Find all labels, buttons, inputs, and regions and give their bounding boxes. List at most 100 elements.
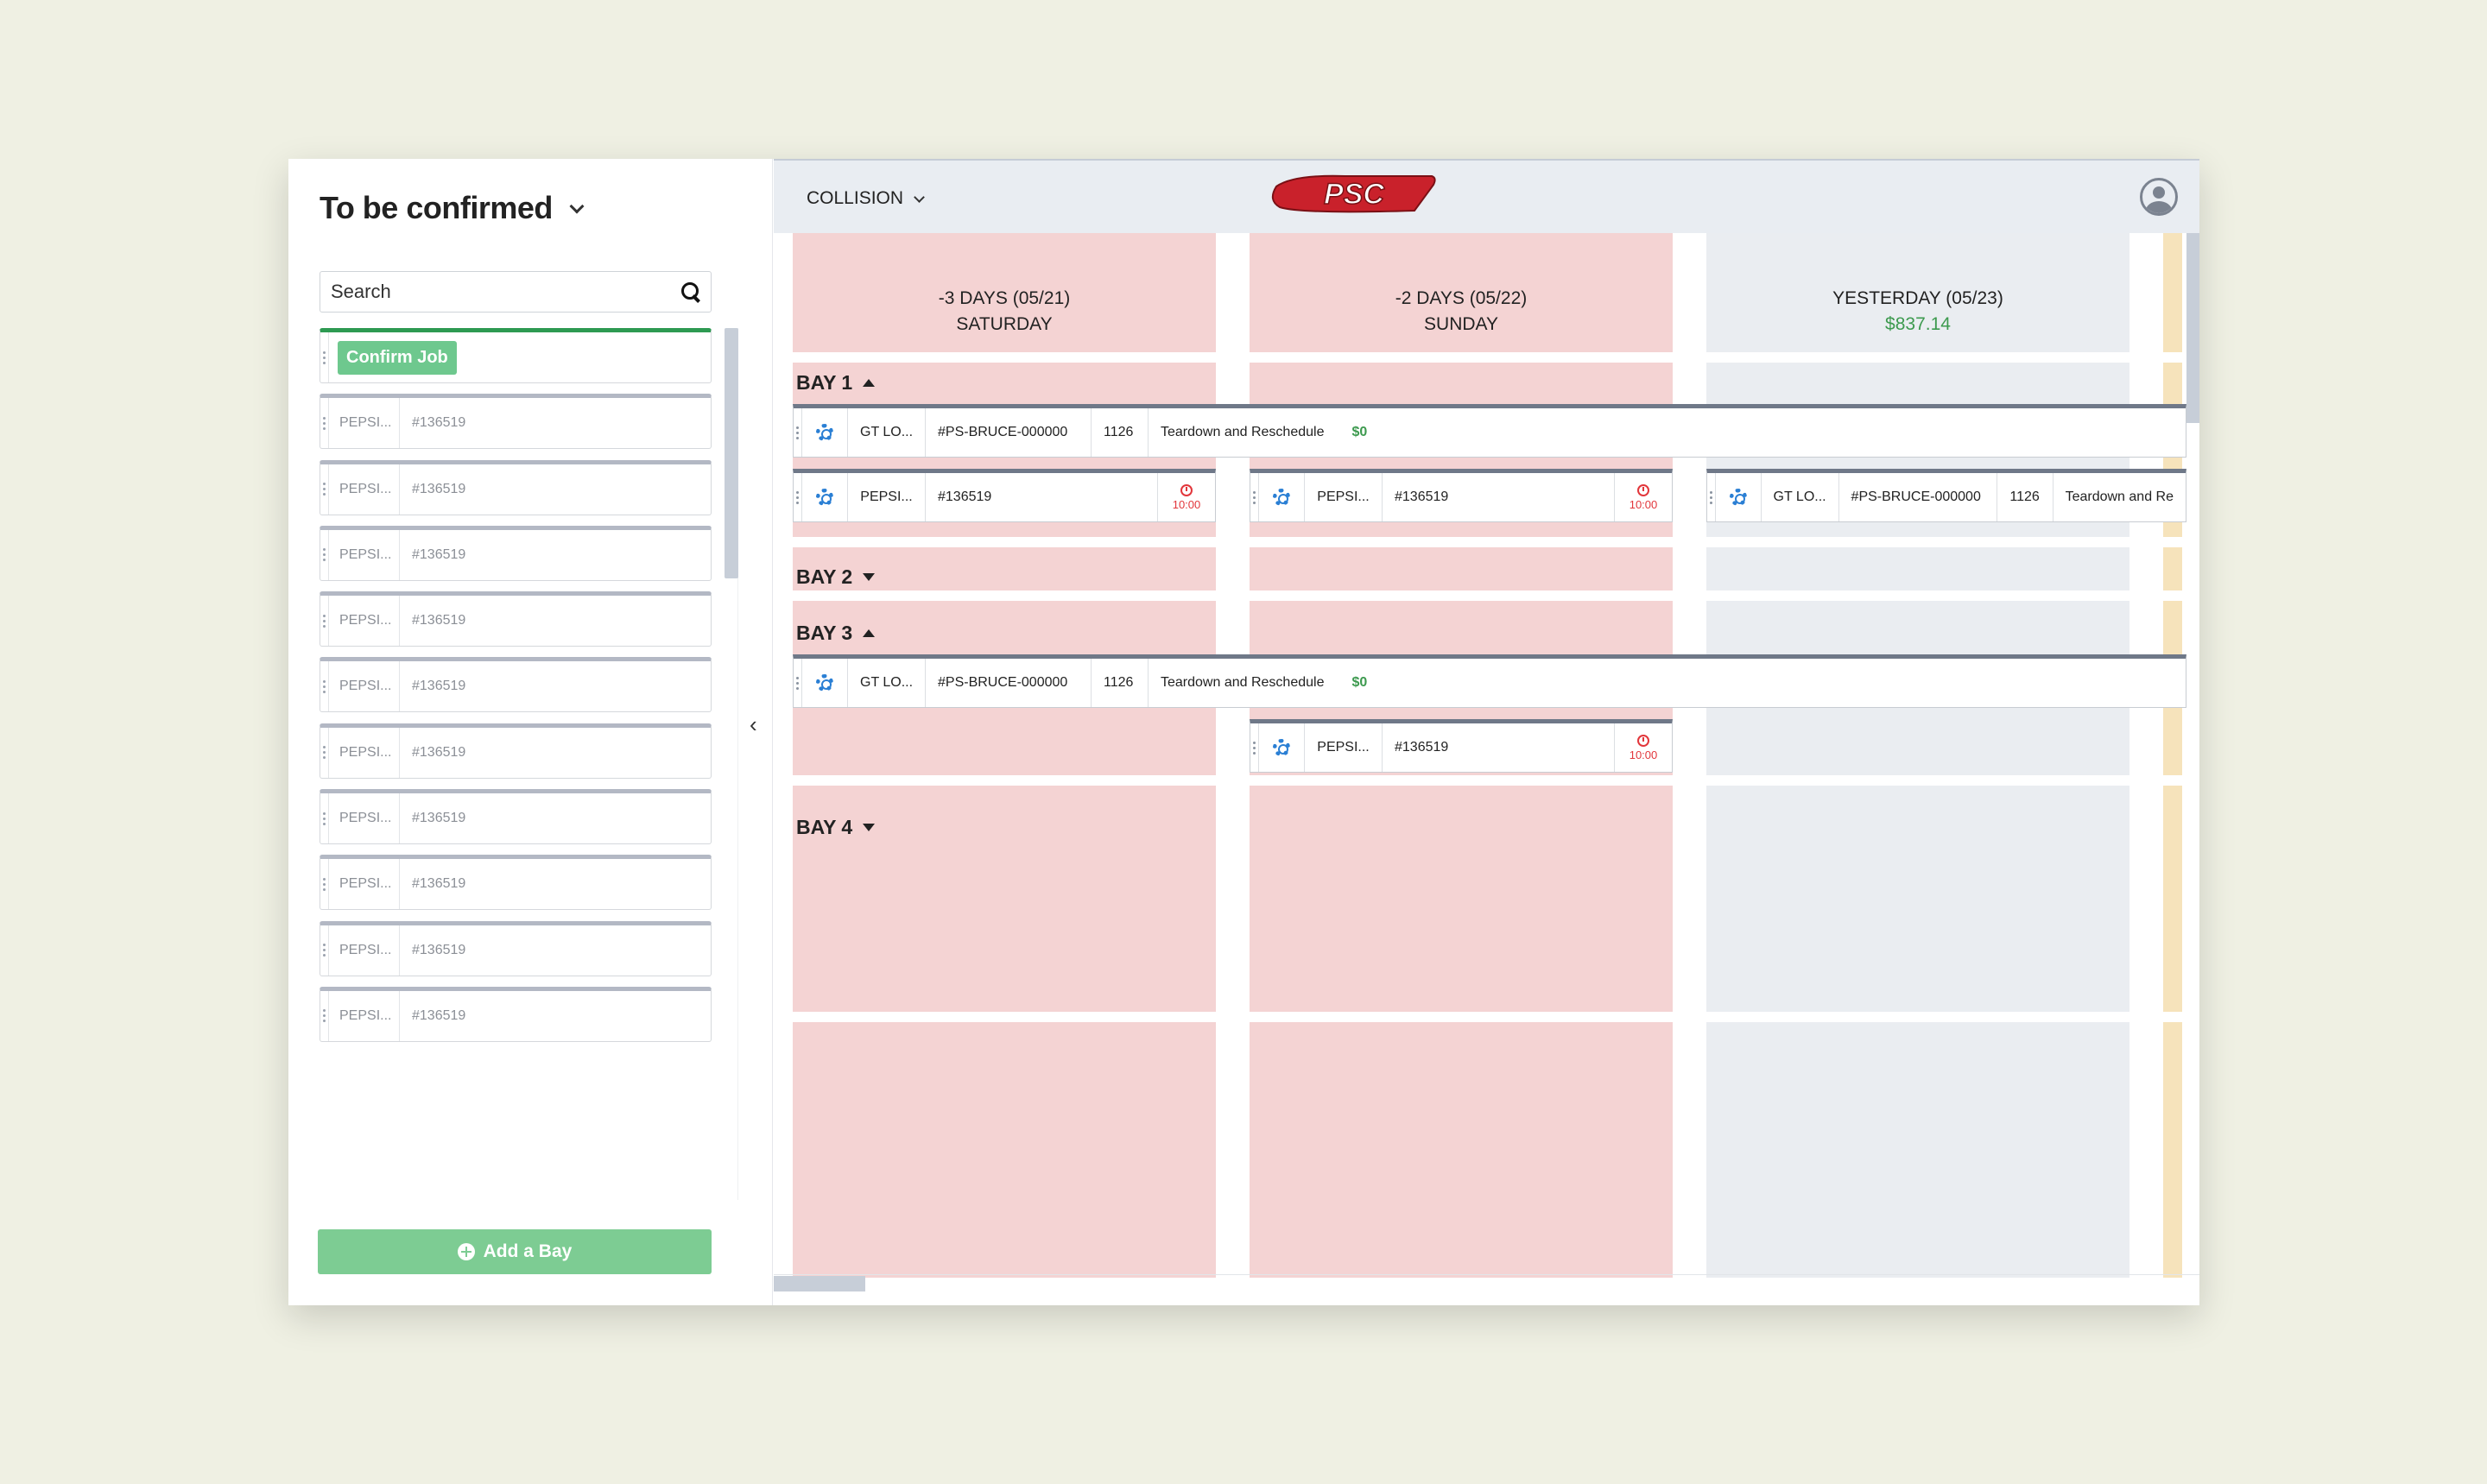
drag-handle[interactable] bbox=[320, 661, 329, 712]
drag-handle[interactable] bbox=[320, 859, 329, 910]
bay-toggle[interactable]: BAY 2 bbox=[796, 565, 876, 589]
day-header: -2 DAYS (05/22) SUNDAY bbox=[1250, 271, 1673, 352]
list-item[interactable]: PEPSI... #136519 bbox=[320, 591, 712, 647]
gear-icon bbox=[816, 424, 833, 441]
psc-logo: PSC bbox=[1271, 174, 1436, 213]
drag-handle[interactable] bbox=[320, 596, 329, 647]
drag-handle[interactable] bbox=[794, 473, 802, 521]
list-item[interactable]: PEPSI... #136519 bbox=[320, 459, 712, 515]
sidebar-title-dropdown[interactable]: To be confirmed bbox=[320, 190, 585, 226]
job-number: 1126 bbox=[1092, 408, 1149, 457]
chevron-down-icon[interactable] bbox=[914, 191, 925, 203]
board-horizontal-scrollbar[interactable] bbox=[774, 1276, 865, 1291]
bay-grid: -3 DAYS (05/21) SATURDAY -2 DAYS (05/22)… bbox=[774, 233, 2199, 1288]
customer-name: PEPSI... bbox=[329, 990, 400, 1041]
job-settings-button[interactable] bbox=[1259, 723, 1305, 772]
plus-circle-icon bbox=[457, 1243, 475, 1260]
chevron-down-icon[interactable] bbox=[569, 199, 585, 214]
day-header: -3 DAYS (05/21) SATURDAY bbox=[793, 271, 1216, 352]
sidebar-title: To be confirmed bbox=[320, 190, 553, 225]
job-ro-number: #PS-BRUCE-000000 bbox=[926, 659, 1092, 707]
gear-icon bbox=[1729, 489, 1747, 506]
drag-handle[interactable] bbox=[794, 659, 802, 707]
drag-handle[interactable] bbox=[320, 990, 329, 1041]
confirm-job-button[interactable]: Confirm Job bbox=[338, 341, 457, 375]
job-settings-button[interactable] bbox=[802, 408, 848, 457]
list-item[interactable]: PEPSI... #136519 bbox=[320, 789, 712, 845]
job-id: #136519 bbox=[412, 744, 466, 760]
drag-handle[interactable] bbox=[320, 398, 329, 449]
job-timer: 10:00 bbox=[1615, 473, 1672, 521]
job-ro-number: #136519 bbox=[1383, 723, 1615, 772]
job-id: #136519 bbox=[412, 1007, 466, 1023]
list-item[interactable]: PEPSI... #136519 bbox=[320, 920, 712, 976]
drag-handle[interactable] bbox=[320, 793, 329, 844]
drag-handle[interactable] bbox=[320, 464, 329, 515]
bay-toggle[interactable]: BAY 3 bbox=[796, 622, 876, 645]
search-box bbox=[320, 271, 712, 313]
search-input[interactable] bbox=[331, 281, 681, 303]
caret-up-icon bbox=[863, 629, 876, 637]
drag-handle[interactable] bbox=[320, 332, 329, 382]
drag-handle[interactable] bbox=[1250, 473, 1259, 521]
drag-handle[interactable] bbox=[1707, 473, 1716, 521]
list-item[interactable]: PEPSI... #136519 bbox=[320, 657, 712, 713]
list-item[interactable]: PEPSI... #136519 bbox=[320, 855, 712, 911]
customer-name: PEPSI... bbox=[329, 859, 400, 910]
job-card[interactable]: GT LO... #PS-BRUCE-000000 1126 Teardown … bbox=[793, 654, 2186, 708]
bay-label: BAY 4 bbox=[796, 816, 853, 838]
job-card[interactable]: GT LO... #PS-BRUCE-000000 1126 Teardown … bbox=[1706, 469, 2186, 522]
clock-icon bbox=[1637, 734, 1649, 747]
job-customer: GT LO... bbox=[848, 659, 926, 707]
list-scrollbar[interactable] bbox=[725, 328, 738, 578]
drag-handle[interactable] bbox=[1250, 723, 1259, 772]
bay-label: BAY 2 bbox=[796, 565, 853, 588]
list-item[interactable]: 6833 Confirm Job bbox=[320, 328, 712, 383]
job-settings-button[interactable] bbox=[1716, 473, 1762, 521]
job-description: Teardown and Re bbox=[2065, 489, 2174, 504]
app-window: To be confirmed 6833 Confirm Job PEPSI..… bbox=[288, 159, 2199, 1305]
day-column-today bbox=[2163, 233, 2182, 1278]
drag-handle[interactable] bbox=[320, 529, 329, 580]
job-time: 10:00 bbox=[1629, 497, 1658, 511]
department-label: COLLISION bbox=[807, 188, 904, 208]
drag-handle[interactable] bbox=[320, 925, 329, 976]
job-ro-number: #136519 bbox=[1383, 473, 1615, 521]
drag-handle[interactable] bbox=[794, 408, 802, 457]
bay-label: BAY 1 bbox=[796, 371, 853, 394]
job-description: Teardown and Reschedule bbox=[1161, 425, 1325, 439]
customer-name: PEPSI... bbox=[329, 793, 400, 844]
job-customer: PEPSI... bbox=[848, 473, 926, 521]
job-card[interactable]: PEPSI... #136519 10:00 bbox=[1250, 719, 1673, 773]
list-item[interactable]: PEPSI... #136519 bbox=[320, 394, 712, 450]
search-icon[interactable] bbox=[681, 282, 700, 301]
gear-icon bbox=[816, 489, 833, 506]
user-avatar-icon[interactable] bbox=[2140, 178, 2178, 216]
customer-name: PEPSI... bbox=[329, 529, 400, 580]
top-bar: COLLISION PSC bbox=[774, 159, 2199, 233]
job-settings-button[interactable] bbox=[802, 473, 848, 521]
bay-toggle[interactable]: BAY 4 bbox=[796, 816, 876, 839]
job-card[interactable]: PEPSI... #136519 10:00 bbox=[793, 469, 1216, 522]
job-amount: $0 bbox=[1351, 425, 1368, 439]
job-card[interactable]: PEPSI... #136519 10:00 bbox=[1250, 469, 1673, 522]
job-customer: PEPSI... bbox=[1305, 723, 1383, 772]
job-id: #136519 bbox=[412, 613, 466, 628]
caret-down-icon bbox=[863, 573, 876, 581]
job-ro-number: #PS-BRUCE-000000 bbox=[926, 408, 1092, 457]
list-item[interactable]: PEPSI... #136519 bbox=[320, 525, 712, 581]
job-settings-button[interactable] bbox=[1259, 473, 1305, 521]
job-card[interactable]: GT LO... #PS-BRUCE-000000 1126 Teardown … bbox=[793, 404, 2186, 458]
add-bay-label: Add a Bay bbox=[483, 1241, 573, 1261]
list-item[interactable]: PEPSI... #136519 bbox=[320, 723, 712, 779]
drag-handle[interactable] bbox=[320, 727, 329, 778]
add-bay-button[interactable]: Add a Bay bbox=[318, 1229, 712, 1274]
list-item[interactable]: PEPSI... #136519 bbox=[320, 986, 712, 1042]
job-id: #136519 bbox=[412, 546, 466, 562]
job-settings-button[interactable] bbox=[802, 659, 848, 707]
collapse-sidebar-icon[interactable]: ‹ bbox=[750, 711, 757, 738]
department-dropdown[interactable]: COLLISION bbox=[807, 188, 925, 209]
job-id: #136519 bbox=[412, 481, 466, 496]
board-vertical-scrollbar[interactable] bbox=[2186, 233, 2199, 423]
bay-toggle[interactable]: BAY 1 bbox=[796, 371, 876, 395]
